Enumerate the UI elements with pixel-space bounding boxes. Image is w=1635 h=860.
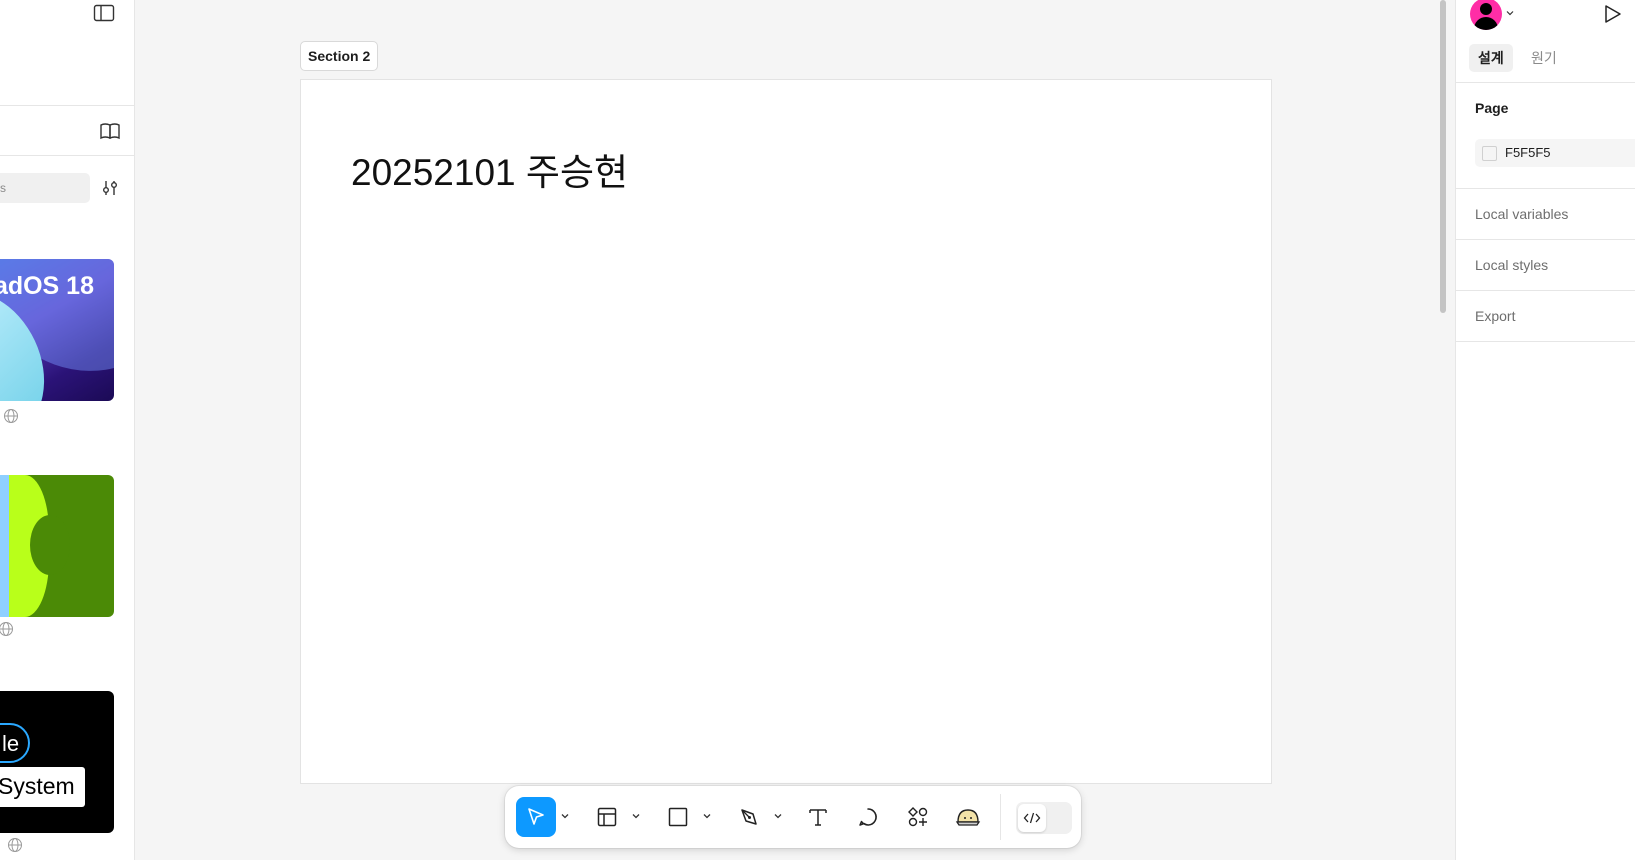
search-placeholder: s	[0, 181, 6, 195]
actions-tool-button[interactable]	[898, 797, 938, 837]
section-label[interactable]: Section 2	[300, 41, 379, 71]
tab-prototype[interactable]: 원기	[1522, 44, 1566, 72]
divider	[1456, 290, 1635, 291]
divider	[1456, 82, 1635, 83]
chevron-down-icon[interactable]	[1505, 8, 1515, 18]
local-variables-section[interactable]: Local variables	[1475, 206, 1568, 222]
globe-icon	[0, 622, 13, 636]
divider	[0, 155, 134, 156]
divider	[1456, 341, 1635, 342]
canvas-frame[interactable]: 20252101 주승현	[300, 79, 1272, 784]
filter-sliders-icon[interactable]	[100, 178, 120, 198]
divider	[1456, 188, 1635, 189]
community-file-card[interactable]: le System	[0, 691, 114, 833]
avatar-body	[1474, 17, 1498, 30]
library-book-icon[interactable]	[99, 122, 121, 140]
move-tool-button[interactable]	[516, 797, 556, 837]
frame-tool-button[interactable]	[587, 797, 627, 837]
pen-nib-icon	[741, 809, 757, 825]
community-file-card[interactable]: adOS 18	[0, 259, 114, 401]
divider	[0, 105, 134, 106]
chevron-down-icon[interactable]	[772, 810, 784, 822]
export-section[interactable]: Export	[1475, 308, 1515, 324]
cursor-arrow-icon	[528, 808, 544, 825]
right-panel: 설계 원기 Page F5F5F5 Local variables Local …	[1455, 0, 1635, 860]
comment-tool-button[interactable]	[848, 797, 888, 837]
rectangle-icon	[668, 807, 688, 827]
ai-helmet-icon	[955, 809, 981, 826]
dev-mode-knob	[1018, 804, 1046, 832]
card-label-text: System	[0, 767, 85, 807]
globe-icon	[8, 838, 22, 852]
frame-text-layer[interactable]: 20252101 주승현	[351, 142, 628, 196]
avatar[interactable]	[1470, 0, 1502, 30]
canvas-scrollbar[interactable]	[1440, 0, 1446, 313]
avatar-head	[1480, 3, 1492, 15]
text-t-icon	[809, 809, 827, 826]
page-color-field[interactable]: F5F5F5	[1475, 139, 1635, 167]
search-input[interactable]: s	[0, 173, 90, 203]
chevron-down-icon[interactable]	[559, 810, 571, 822]
shapes-grid-icon	[908, 807, 928, 827]
card-art	[0, 475, 9, 617]
text-tool-button[interactable]	[798, 797, 838, 837]
card-art	[30, 515, 70, 575]
sidebar-toggle-icon[interactable]	[93, 4, 115, 22]
bottom-toolbar	[505, 786, 1081, 848]
chevron-down-icon[interactable]	[630, 810, 642, 822]
ai-assistant-button[interactable]	[948, 797, 988, 837]
community-file-card[interactable]	[0, 475, 114, 617]
tab-design[interactable]: 설계	[1469, 44, 1513, 72]
toolbar-divider	[1000, 794, 1001, 840]
page-color-value[interactable]: F5F5F5	[1505, 145, 1551, 160]
color-swatch[interactable]	[1482, 146, 1497, 161]
pen-tool-button[interactable]	[729, 797, 769, 837]
present-play-icon[interactable]	[1601, 3, 1623, 25]
left-panel: s adOS 18 le System	[0, 0, 135, 860]
frame-layout-icon	[597, 807, 617, 827]
card-pill-text: le	[0, 723, 30, 763]
local-styles-section[interactable]: Local styles	[1475, 257, 1548, 273]
divider	[1456, 239, 1635, 240]
globe-icon	[4, 409, 18, 423]
rectangle-tool-button[interactable]	[658, 797, 698, 837]
chevron-down-icon[interactable]	[701, 810, 713, 822]
code-brackets-icon	[1023, 812, 1041, 824]
dev-mode-toggle[interactable]	[1016, 802, 1072, 834]
comment-bubble-icon	[859, 808, 877, 826]
card-title: adOS 18	[0, 272, 94, 300]
page-heading: Page	[1475, 100, 1509, 116]
